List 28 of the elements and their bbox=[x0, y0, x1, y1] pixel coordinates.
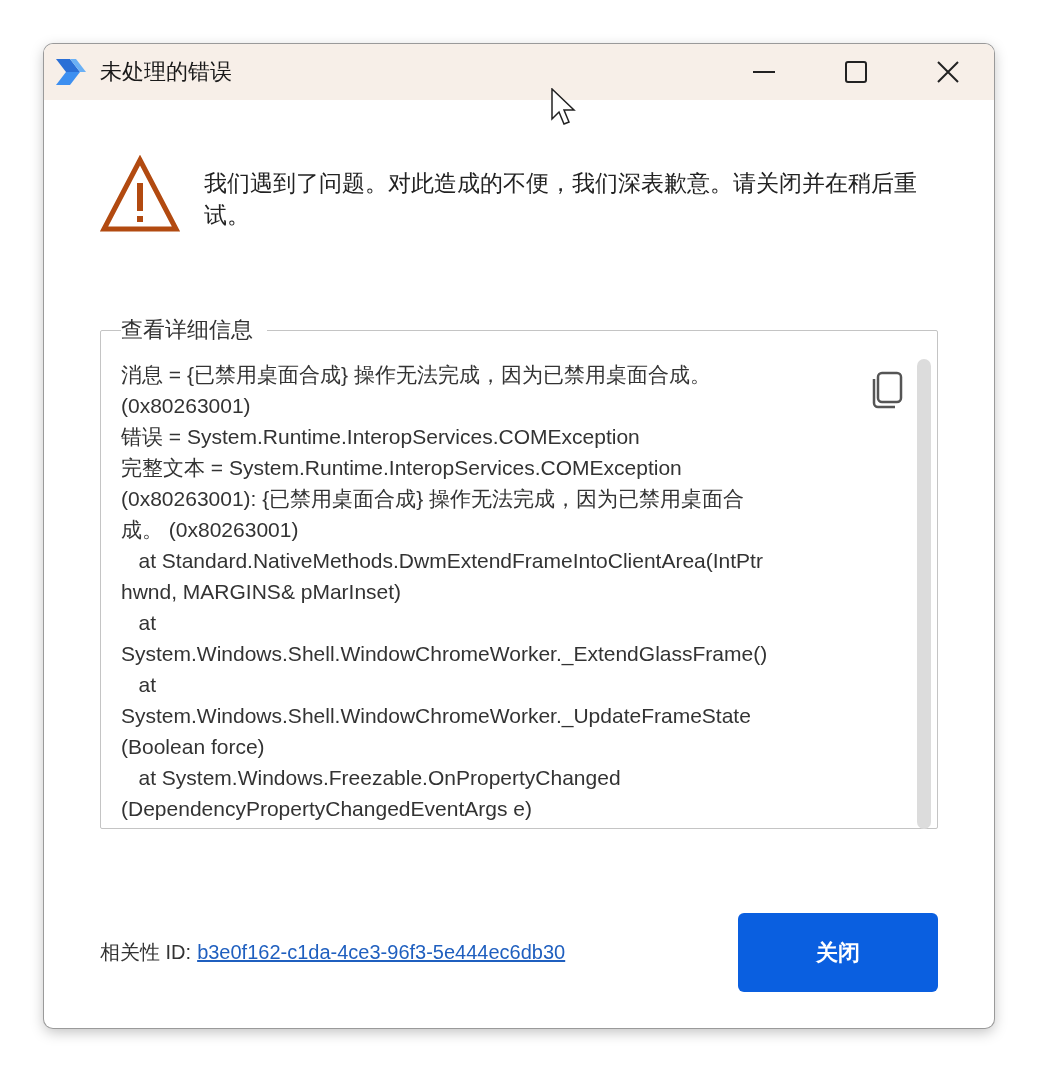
detail-line: 错误 = System.Runtime.InteropServices.COMException bbox=[121, 424, 641, 450]
warning-icon bbox=[100, 155, 180, 235]
detail-line: (DependencyPropertyChangedEventArgs e) bbox=[121, 796, 533, 822]
detail-line: at Standard.NativeMethods.DwmExtendFrameIntoClientArea(IntPtr bbox=[137, 548, 764, 574]
detail-line: 成。 (0x80263001) bbox=[121, 517, 300, 543]
scrollbar[interactable] bbox=[917, 359, 931, 829]
copy-icon[interactable] bbox=[871, 371, 903, 409]
error-message: 我们遇到了问题。对此造成的不便，我们深表歉意。请关闭并在稍后重试。 bbox=[204, 169, 918, 230]
detail-line: (0x80263001): {已禁用桌面合成} 操作无法完成，因为已禁用桌面合 bbox=[121, 486, 746, 512]
detail-line: at System.Windows.Freezable.OnPropertyChanged bbox=[137, 765, 622, 791]
maximize-icon bbox=[845, 61, 867, 83]
detail-line: 消息 = {已禁用桌面合成} 操作无法完成，因为已禁用桌面合成。 bbox=[121, 362, 712, 388]
detail-line: 完整文本 = System.Runtime.InteropServices.COMException bbox=[121, 455, 683, 481]
detail-line: hwnd, MARGINS& pMarInset) bbox=[121, 579, 403, 605]
detail-line: at bbox=[137, 610, 158, 636]
details-legend: 查看详细信息 bbox=[121, 315, 267, 345]
close-icon bbox=[937, 61, 959, 83]
detail-line: (Boolean force) bbox=[121, 734, 266, 760]
detail-line: at bbox=[137, 672, 158, 698]
window-title: 未处理的错误 bbox=[100, 58, 233, 86]
detail-line: System.Windows.Shell.WindowChromeWorker._ExtendGlassFrame() bbox=[121, 641, 769, 668]
correlation-id-link[interactable]: b3e0f162-c1da-4ce3-96f3-5e444ec6db30 bbox=[197, 941, 566, 964]
correlation-label: 相关性 ID: bbox=[100, 940, 192, 965]
detail-line: System.Windows.Shell.WindowChromeWorker._UpdateFrameState bbox=[121, 703, 752, 730]
detail-line: (0x80263001) bbox=[121, 393, 252, 419]
cursor-icon bbox=[551, 88, 577, 128]
close-dialog-button[interactable]: 关闭 bbox=[738, 913, 938, 992]
minimize-icon bbox=[753, 71, 775, 73]
